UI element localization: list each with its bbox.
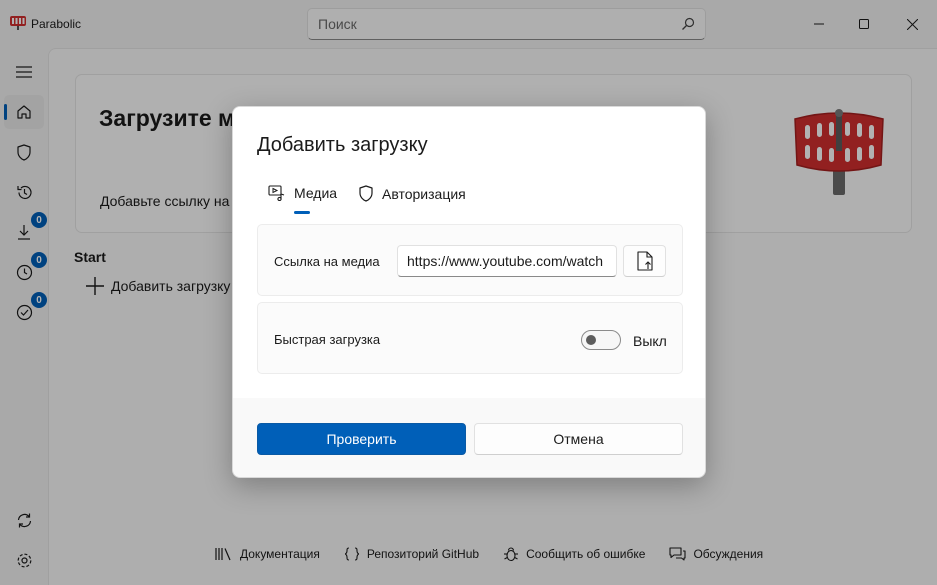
tab-authorization-label: Авторизация [382,185,466,202]
quick-download-card: Быстрая загрузка Выкл [257,302,683,374]
file-upload-icon [636,251,653,271]
quick-download-state: Выкл [633,333,667,349]
validate-button[interactable]: Проверить [257,423,466,455]
media-link-label: Ссылка на медиа [274,254,380,269]
quick-download-label: Быстрая загрузка [274,332,381,347]
cancel-button[interactable]: Отмена [474,423,683,455]
quick-download-toggle[interactable] [581,330,621,350]
media-link-input[interactable] [397,245,617,277]
select-file-button[interactable] [623,245,666,277]
toggle-knob [586,335,596,345]
tab-selection-indicator [294,211,310,214]
shield-icon [359,185,373,202]
media-icon [268,185,285,201]
media-link-card: Ссылка на медиа [257,224,683,296]
tab-authorization[interactable]: Авторизация [358,185,466,202]
add-download-dialog: Добавить загрузку Медиа Авторизация Ссыл… [232,106,706,478]
dialog-title: Добавить загрузку [257,134,428,156]
tab-media[interactable]: Медиа [268,185,337,201]
dialog-body: Добавить загрузку Медиа Авторизация Ссыл… [233,107,705,398]
tab-media-label: Медиа [294,185,338,201]
